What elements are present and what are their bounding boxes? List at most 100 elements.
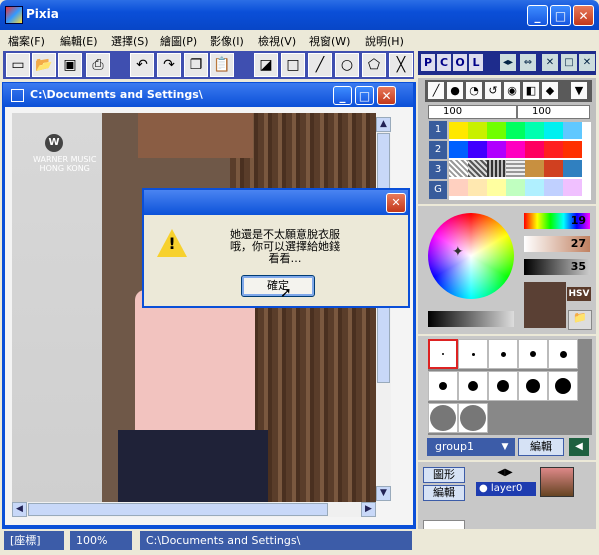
ok-button[interactable]: 確定 — [241, 275, 315, 297]
swatch[interactable] — [506, 122, 525, 139]
layer-visible-icon[interactable]: ● — [479, 483, 488, 494]
swatch[interactable] — [525, 160, 544, 177]
brush-arrow-icon[interactable]: ◀ — [569, 438, 589, 456]
swatch[interactable] — [544, 179, 563, 196]
hide-panel-icon[interactable]: ✕ — [579, 54, 595, 71]
opacity-field-2[interactable]: 100 — [517, 105, 590, 119]
swatch[interactable] — [506, 160, 525, 177]
expand-h-icon[interactable]: ◂▸ — [500, 54, 516, 71]
doc-minimize-button[interactable]: _ — [333, 86, 352, 105]
swatch[interactable] — [468, 160, 487, 177]
color-folder-icon[interactable]: 📁 — [568, 310, 592, 330]
polygon-tool-icon[interactable]: ⬠ — [362, 53, 386, 77]
brush-size[interactable] — [518, 371, 548, 401]
rectangle-tool-icon[interactable]: □ — [281, 53, 305, 77]
swatch[interactable] — [563, 141, 582, 158]
swatch[interactable] — [544, 160, 563, 177]
swatch[interactable] — [544, 141, 563, 158]
hue-slider[interactable]: 19 — [524, 213, 590, 229]
swatch[interactable] — [563, 160, 582, 177]
pcol-p[interactable]: P — [421, 54, 435, 71]
brush-size[interactable] — [488, 371, 518, 401]
expand-v-icon[interactable]: ⇔ — [520, 54, 536, 71]
brush-size[interactable] — [428, 371, 458, 401]
gray-slider[interactable] — [428, 311, 514, 327]
close-panel-icon[interactable]: ✕ — [542, 54, 558, 71]
eraser-icon[interactable]: ◪ — [254, 53, 278, 77]
swatch[interactable] — [544, 122, 563, 139]
pen-dropdown-icon[interactable]: ▼ — [571, 82, 587, 99]
cross-tool-icon[interactable]: ╳ — [389, 53, 413, 77]
open-folder-icon[interactable]: 📂 — [32, 53, 56, 77]
pen-icon[interactable]: ╱ — [428, 82, 444, 99]
brush-edit-button[interactable]: 編輯 — [518, 438, 564, 456]
swatch[interactable] — [525, 179, 544, 196]
paste-icon[interactable]: 📋 — [210, 53, 234, 77]
line-tool-icon[interactable]: ╱ — [308, 53, 332, 77]
scroll-up-icon[interactable]: ▲ — [376, 117, 391, 132]
saturation-slider[interactable]: 27 — [524, 236, 590, 252]
swatch[interactable] — [487, 122, 506, 139]
swatch[interactable] — [449, 160, 468, 177]
copy-brush-icon[interactable]: ◧ — [523, 82, 539, 99]
swatch[interactable] — [506, 141, 525, 158]
brush-size[interactable] — [488, 339, 518, 369]
swatch[interactable] — [449, 122, 468, 139]
swatch[interactable] — [525, 141, 544, 158]
palette-tab-g[interactable]: G — [429, 181, 447, 199]
brush-size[interactable] — [548, 371, 578, 401]
opacity-field-1[interactable]: 100 — [428, 105, 517, 119]
spiral-icon[interactable]: ↺ — [485, 82, 501, 99]
swatch[interactable] — [468, 179, 487, 196]
pcol-o[interactable]: O — [453, 54, 467, 71]
brush-size[interactable] — [458, 403, 488, 433]
swatch[interactable] — [468, 141, 487, 158]
menu-window[interactable]: 視窗(W) — [309, 33, 350, 49]
menu-edit[interactable]: 編輯(E) — [60, 33, 98, 49]
dialog-close-button[interactable]: ✕ — [386, 193, 406, 213]
swatch[interactable] — [525, 122, 544, 139]
float-panel-icon[interactable]: □ — [561, 54, 577, 71]
print-icon[interactable]: ⎙ — [86, 53, 110, 77]
swatch[interactable] — [468, 122, 487, 139]
minimize-button[interactable]: _ — [527, 5, 548, 26]
pcol-l[interactable]: L — [469, 54, 483, 71]
shape-button[interactable]: 圖形 — [423, 467, 465, 483]
doc-close-button[interactable]: ✕ — [377, 86, 396, 105]
palette-tab-1[interactable]: 1 — [429, 121, 447, 139]
current-color-swatch[interactable] — [524, 282, 566, 328]
menu-image[interactable]: 影像(I) — [210, 33, 244, 49]
brush-size[interactable] — [428, 403, 458, 433]
layer-arrows-icon[interactable]: ◀▶ — [474, 467, 536, 481]
scroll-left-icon[interactable]: ◀ — [12, 502, 27, 517]
horizontal-scroll-thumb[interactable] — [28, 503, 328, 516]
brush-size[interactable] — [518, 339, 548, 369]
swatch[interactable] — [487, 179, 506, 196]
palette-tab-2[interactable]: 2 — [429, 141, 447, 159]
swatch[interactable] — [487, 160, 506, 177]
scroll-down-icon[interactable]: ▼ — [376, 486, 391, 501]
layer-edit-button[interactable]: 編輯 — [423, 485, 465, 501]
swatch[interactable] — [487, 141, 506, 158]
menu-select[interactable]: 選擇(S) — [111, 33, 149, 49]
swatch[interactable] — [563, 179, 582, 196]
ellipse-tool-icon[interactable]: ○ — [335, 53, 359, 77]
brush-size[interactable] — [458, 339, 488, 369]
swatch[interactable] — [449, 141, 468, 158]
maximize-button[interactable]: □ — [550, 5, 571, 26]
palette-tab-3[interactable]: 3 — [429, 161, 447, 179]
brush-size[interactable] — [428, 339, 458, 369]
menu-help[interactable]: 說明(H) — [365, 33, 404, 49]
layer-row[interactable]: ● layer0 — [476, 482, 536, 496]
pcol-c[interactable]: C — [437, 54, 451, 71]
menu-file[interactable]: 檔案(F) — [8, 33, 45, 49]
new-file-icon[interactable]: ▭ — [6, 53, 30, 77]
value-slider[interactable]: 35 — [524, 259, 590, 275]
airbrush-icon[interactable]: ◉ — [504, 82, 520, 99]
close-button[interactable]: ✕ — [573, 5, 594, 26]
redo-icon[interactable]: ↷ — [157, 53, 181, 77]
layer-thumbnail[interactable] — [540, 467, 574, 497]
lasso-icon[interactable]: ◔ — [466, 82, 482, 99]
scroll-right-icon[interactable]: ▶ — [361, 502, 376, 517]
color-palette[interactable] — [449, 122, 591, 200]
